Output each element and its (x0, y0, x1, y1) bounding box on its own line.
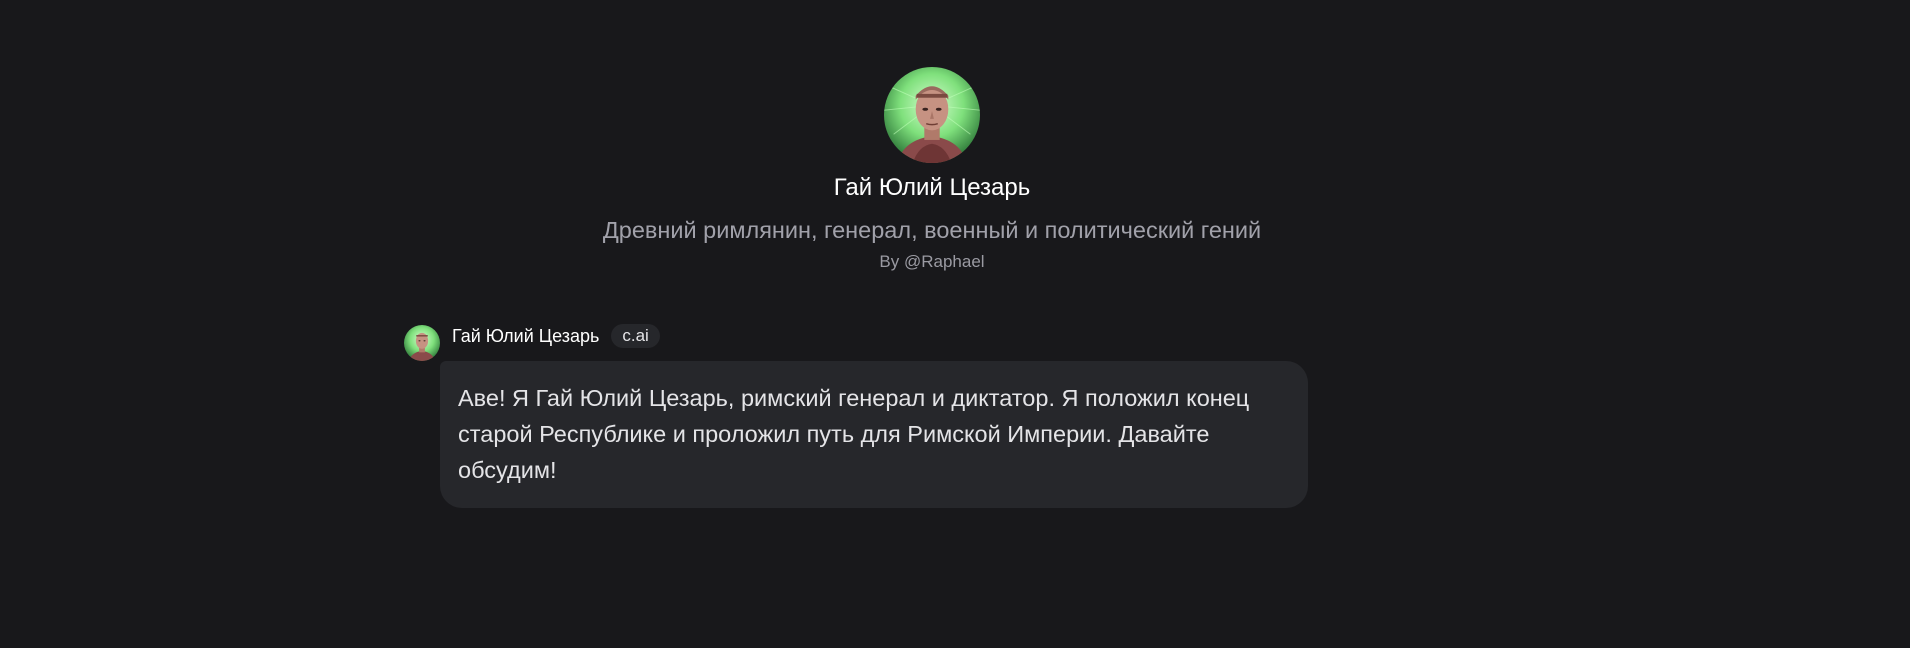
message-text: Аве! Я Гай Юлий Цезарь, римский генерал … (458, 385, 1250, 483)
message-bubble: Аве! Я Гай Юлий Цезарь, римский генерал … (440, 361, 1308, 508)
character-name: Гай Юлий Цезарь (833, 174, 1031, 201)
ai-badge: c.ai (611, 324, 660, 348)
message-header: Гай Юлий Цезарь c.ai (404, 324, 660, 361)
character-header: Гай Юлий Цезарь Древний римлянин, генера… (0, 0, 1864, 273)
message-author: Гай Юлий Цезарь (452, 325, 600, 346)
message-avatar[interactable] (404, 324, 440, 361)
character-avatar[interactable] (884, 67, 980, 163)
message: Гай Юлий Цезарь c.ai Аве! Я Гай Юлий Цез… (404, 324, 1308, 508)
character-creator-link[interactable]: By @Raphael (879, 251, 984, 273)
chat-page: Гай Юлий Цезарь Древний римлянин, генера… (0, 0, 1910, 648)
character-tagline: Древний римлянин, генерал, военный и пол… (602, 217, 1262, 243)
